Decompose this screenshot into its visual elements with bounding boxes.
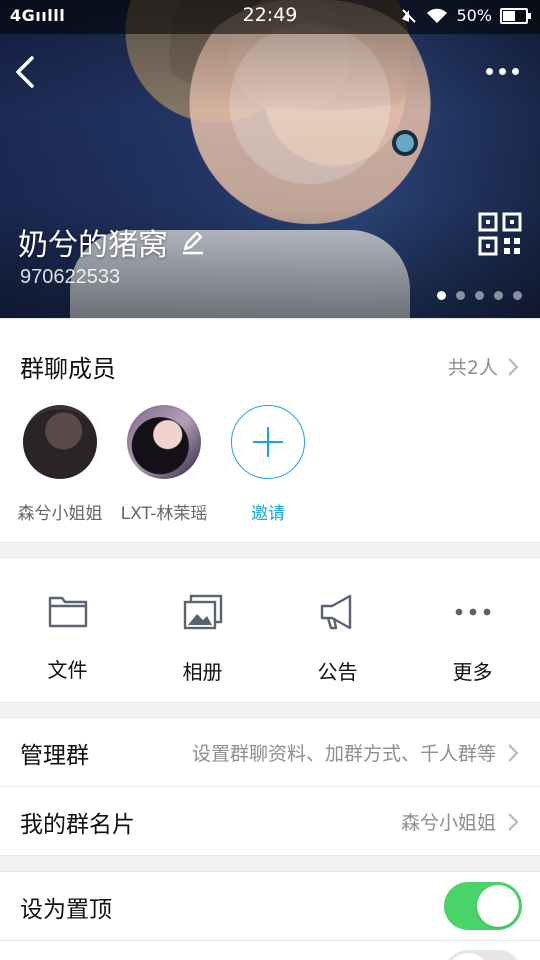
next-setting-toggle[interactable] xyxy=(444,950,522,960)
chevron-right-icon xyxy=(508,743,519,762)
group-card-value: 森兮小姐姐 xyxy=(400,812,496,834)
group-cover-photo[interactable]: 4Gıılll 22:49 50% 奶兮的猪窝 970622533 xyxy=(0,0,540,318)
feature-files[interactable]: 文件 xyxy=(0,578,135,683)
group-name-block: 奶兮的猪窝 xyxy=(18,220,206,264)
feature-announcement[interactable]: 公告 xyxy=(270,578,405,685)
group-info-screen: 4Gıılll 22:49 50% 奶兮的猪窝 970622533 群聊成员 共… xyxy=(0,0,540,960)
edit-pencil-icon[interactable] xyxy=(180,229,206,255)
pin-to-top-label: 设为置顶 xyxy=(20,897,112,923)
page-dot xyxy=(437,291,446,300)
page-dot xyxy=(513,291,522,300)
wifi-icon xyxy=(427,8,448,23)
plus-icon xyxy=(253,427,283,457)
group-card-value-block: 森兮小姐姐 xyxy=(401,808,520,835)
invite-circle xyxy=(231,405,305,479)
battery-percent: 50% xyxy=(456,6,492,25)
mute-icon xyxy=(402,8,417,23)
album-icon xyxy=(183,594,222,630)
toggle-knob xyxy=(447,953,489,960)
pin-to-top-row: 设为置顶 xyxy=(0,871,540,941)
page-dot xyxy=(456,291,465,300)
member-name: 森兮小姐姐 xyxy=(17,504,103,524)
members-section: 群聊成员 共2人 森兮小姐姐 LXT-林茉瑶 邀请 xyxy=(0,318,540,543)
group-card-label: 我的群名片 xyxy=(20,812,135,838)
battery-icon xyxy=(500,7,531,24)
feature-label: 文件 xyxy=(47,658,88,682)
feature-more[interactable]: 更多 xyxy=(405,578,540,685)
invite-label: 邀请 xyxy=(251,504,285,524)
megaphone-icon xyxy=(320,594,351,630)
features-section: 文件 相册 公告 更多 xyxy=(0,557,540,703)
manage-group-value: 设置群聊资料、加群方式、千人群等 xyxy=(191,743,496,765)
page-dot xyxy=(475,291,484,300)
cover-page-indicator xyxy=(437,291,522,300)
group-card-row[interactable]: 我的群名片 森兮小姐姐 xyxy=(0,786,540,856)
more-options-button[interactable] xyxy=(486,62,526,82)
chevron-right-icon xyxy=(508,357,519,376)
manage-group-label: 管理群 xyxy=(20,743,89,769)
next-setting-row-partial xyxy=(0,940,540,960)
avatar xyxy=(127,405,201,479)
more-dots-icon xyxy=(486,68,519,75)
status-bar: 4Gıılll 22:49 50% xyxy=(0,0,540,34)
chevron-right-icon xyxy=(508,812,519,831)
avatar xyxy=(23,405,97,479)
member-name: LXT-林茉瑶 xyxy=(120,504,208,524)
members-title: 群聊成员 xyxy=(20,355,116,383)
members-count: 共2人 xyxy=(447,357,498,379)
feature-label: 公告 xyxy=(317,660,358,684)
feature-label: 更多 xyxy=(452,660,493,684)
manage-group-row[interactable]: 管理群 设置群聊资料、加群方式、千人群等 xyxy=(0,717,540,786)
feature-label: 相册 xyxy=(182,660,223,684)
more-dots-icon xyxy=(455,608,490,616)
group-number: 970622533 xyxy=(20,266,121,288)
qr-code-icon[interactable] xyxy=(478,212,522,256)
feature-album[interactable]: 相册 xyxy=(135,578,270,685)
member-item[interactable]: 森兮小姐姐 xyxy=(5,405,115,524)
back-arrow-icon[interactable] xyxy=(12,52,44,92)
toggle-knob xyxy=(477,885,519,927)
folder-icon xyxy=(48,596,87,628)
group-name: 奶兮的猪窝 xyxy=(18,228,168,263)
pin-to-top-toggle[interactable] xyxy=(444,882,522,930)
member-item[interactable]: LXT-林茉瑶 xyxy=(109,405,219,524)
manage-group-value-block: 设置群聊资料、加群方式、千人群等 xyxy=(192,739,520,766)
invite-button[interactable]: 邀请 xyxy=(213,405,323,524)
page-dot xyxy=(494,291,503,300)
status-icons: 50% xyxy=(400,6,531,25)
members-count-link[interactable]: 共2人 xyxy=(448,353,520,380)
